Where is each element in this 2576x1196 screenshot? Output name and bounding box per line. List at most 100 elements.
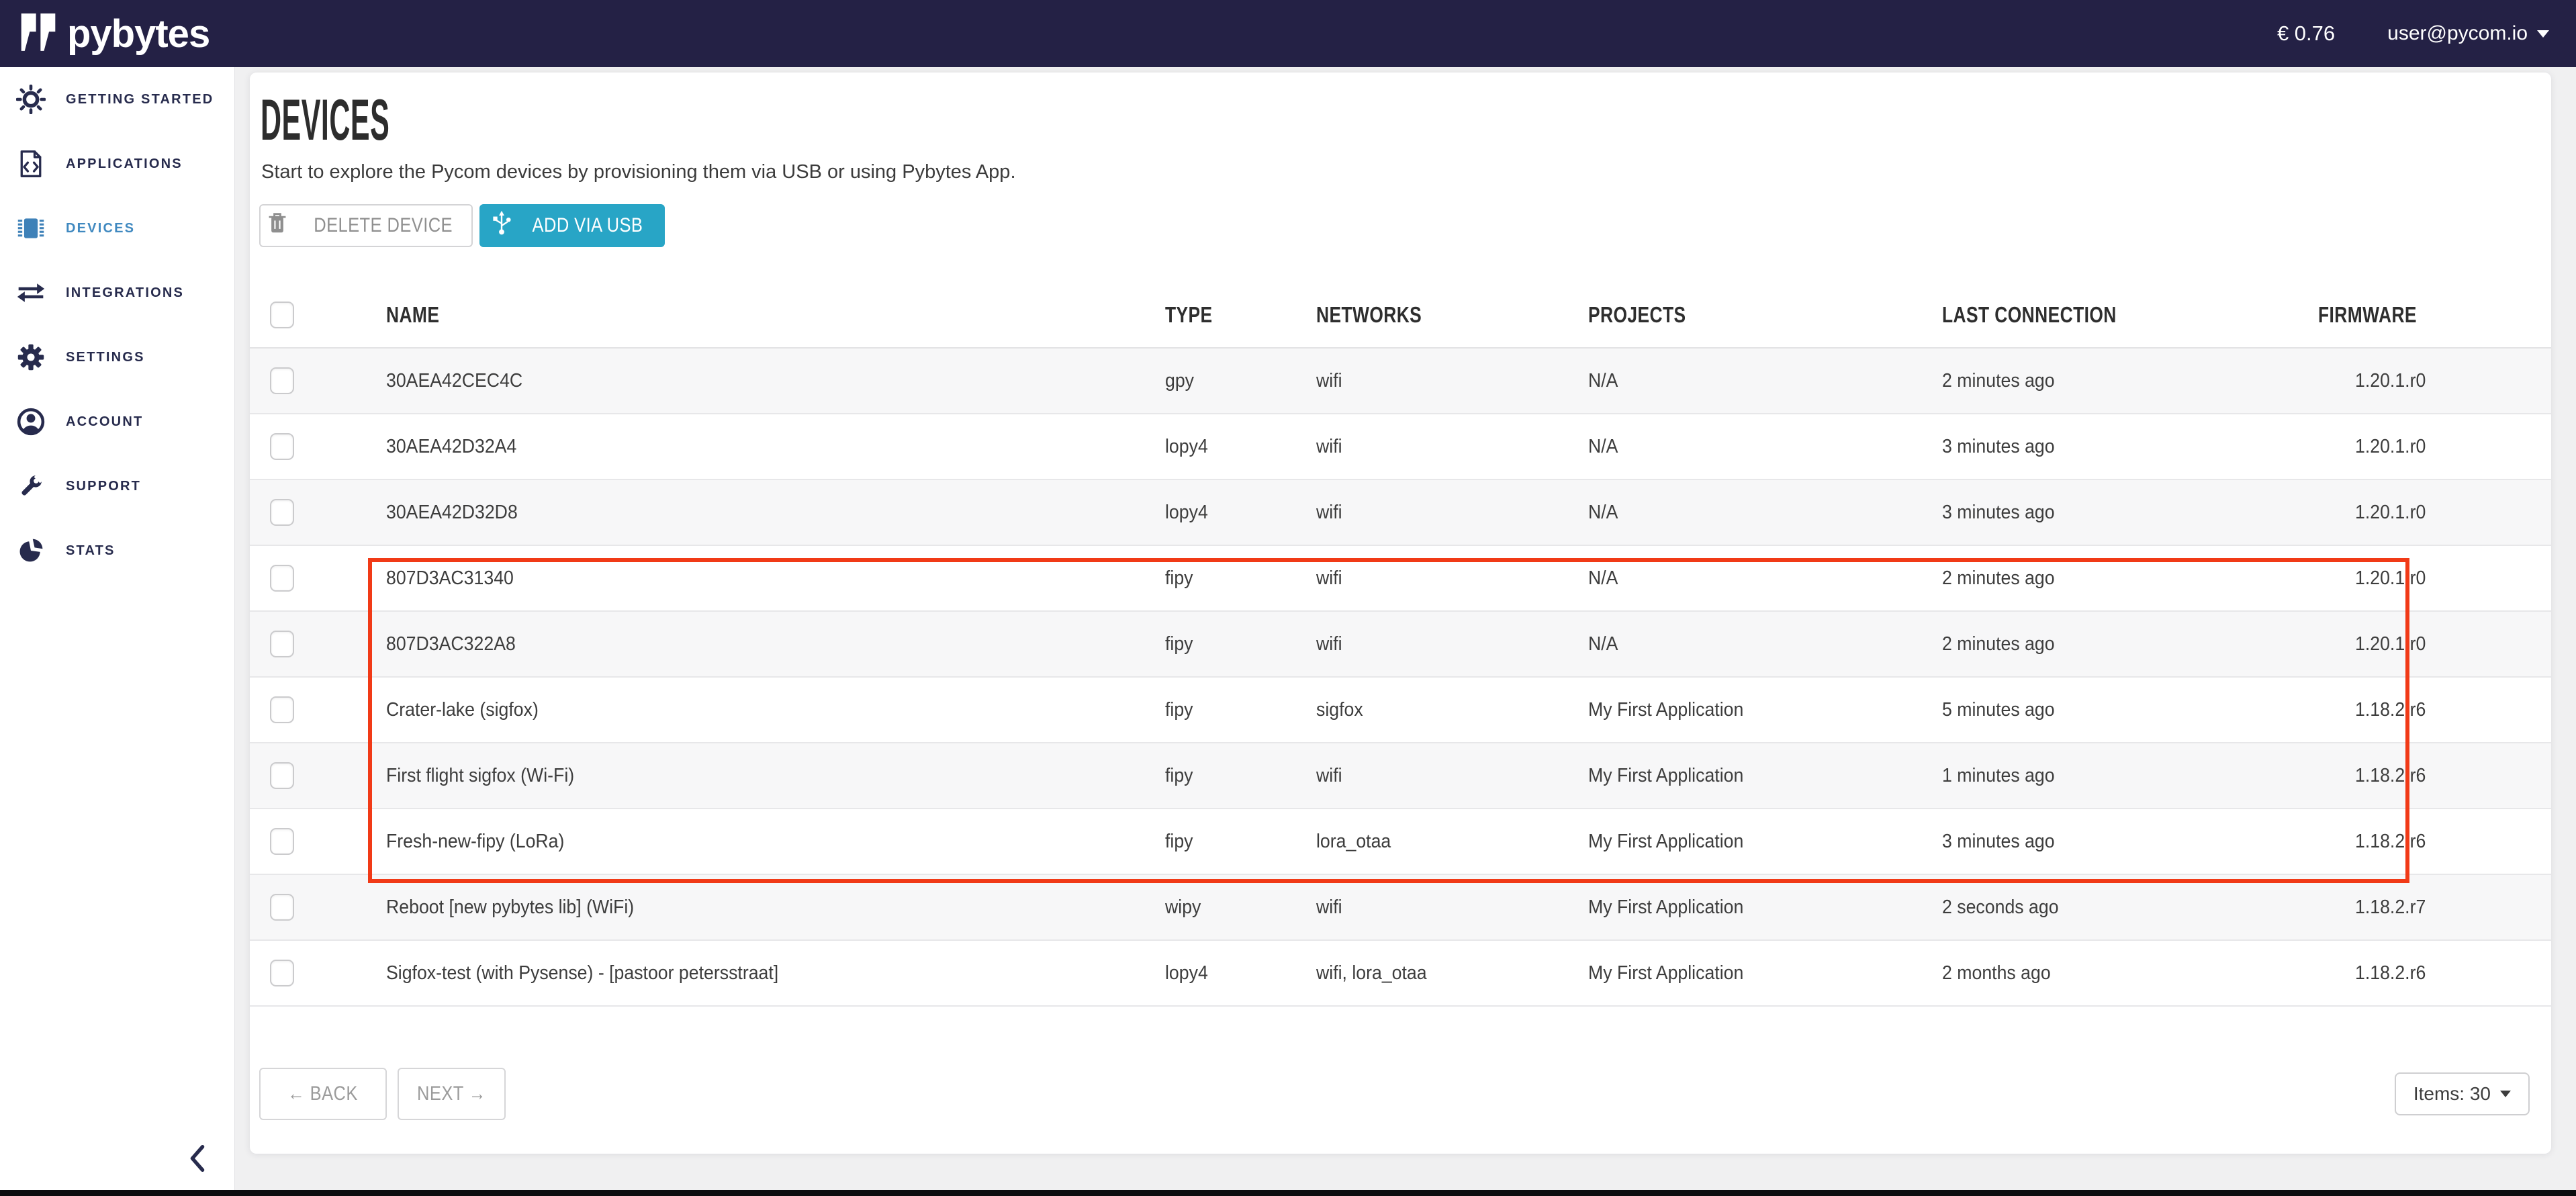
row-checkbox[interactable] — [270, 499, 294, 526]
chip-icon — [15, 212, 47, 244]
sidebar-items: GETTING STARTEDAPPLICATIONSDEVICESINTEGR… — [0, 67, 234, 583]
cell-projects: My First Application — [1588, 896, 1942, 919]
arrows-swap-icon — [15, 277, 47, 309]
delete-device-label: DELETE DEVICE — [314, 214, 453, 237]
table-row[interactable]: 807D3AC322A8fipywifiN/A2 minutes ago1.20… — [250, 612, 2551, 678]
code-file-icon — [15, 148, 47, 180]
row-checkbox[interactable] — [270, 433, 294, 460]
select-all-checkbox[interactable] — [270, 302, 294, 328]
cell-type: fipy — [1165, 831, 1316, 853]
next-button[interactable]: NEXT → — [398, 1068, 506, 1120]
row-checkbox[interactable] — [270, 565, 294, 592]
devices-table: NAMETYPENETWORKSPROJECTSLAST CONNECTIONF… — [250, 283, 2551, 1007]
cell-firmware: 1.20.1.r0 — [2318, 436, 2551, 458]
user-icon — [15, 406, 47, 438]
cell-type: fipy — [1165, 567, 1316, 590]
items-per-page-button[interactable]: Items: 30 — [2395, 1072, 2530, 1115]
brand-wordmark: pybytes — [67, 11, 210, 56]
row-checkbox-cell — [250, 696, 357, 723]
pybytes-logo-icon — [20, 12, 56, 56]
cell-name: Reboot [new pybytes lib] (WiFi) — [357, 896, 1165, 919]
cell-firmware: 1.20.1.r0 — [2318, 370, 2551, 392]
cell-name: 807D3AC31340 — [357, 567, 1165, 590]
cell-name: 30AEA42D32D8 — [357, 502, 1165, 524]
cell-networks: wifi — [1316, 633, 1588, 655]
sidebar: GETTING STARTEDAPPLICATIONSDEVICESINTEGR… — [0, 67, 235, 1190]
table-row[interactable]: 30AEA42D32D8lopy4wifiN/A3 minutes ago1.2… — [250, 480, 2551, 546]
cell-type: lopy4 — [1165, 502, 1316, 524]
sidebar-item-devices[interactable]: DEVICES — [0, 196, 234, 261]
sidebar-item-applications[interactable]: APPLICATIONS — [0, 132, 234, 196]
pie-chart-icon — [15, 535, 47, 567]
row-checkbox-cell — [250, 565, 357, 592]
sidebar-item-integrations[interactable]: INTEGRATIONS — [0, 261, 234, 325]
user-email: user@pycom.io — [2387, 22, 2528, 45]
table-row[interactable]: Reboot [new pybytes lib] (WiFi)wipywifiM… — [250, 875, 2551, 941]
balance-text: € 0.76 — [2277, 21, 2335, 46]
table-row[interactable]: Fresh-new-fipy (LoRa)fipylora_otaaMy Fir… — [250, 809, 2551, 875]
usb-icon — [492, 210, 512, 241]
cell-networks: wifi — [1316, 765, 1588, 787]
table-row[interactable]: Crater-lake (sigfox)fipysigfoxMy First A… — [250, 678, 2551, 743]
bottom-edge-strip — [0, 1190, 2576, 1196]
sidebar-item-label: ACCOUNT — [66, 414, 143, 430]
back-button[interactable]: ← BACK — [259, 1068, 387, 1120]
pagination: ← BACK NEXT → Items: 30 — [259, 1068, 2530, 1120]
user-menu[interactable]: user@pycom.io — [2387, 22, 2549, 45]
cell-networks: wifi — [1316, 896, 1588, 919]
page-title: DEVICES — [261, 98, 2551, 142]
cell-last-connection: 1 minutes ago — [1942, 765, 2318, 787]
cell-last-connection: 2 minutes ago — [1942, 567, 2318, 590]
sidebar-item-stats[interactable]: STATS — [0, 518, 234, 583]
cell-type: lopy4 — [1165, 436, 1316, 458]
cell-firmware: 1.18.2.r6 — [2318, 831, 2551, 853]
row-checkbox[interactable] — [270, 367, 294, 394]
row-checkbox-cell — [250, 499, 357, 526]
cell-networks: wifi — [1316, 502, 1588, 524]
row-checkbox-cell — [250, 367, 357, 394]
cell-type: fipy — [1165, 765, 1316, 787]
sidebar-item-settings[interactable]: SETTINGS — [0, 325, 234, 389]
collapse-sidebar-button[interactable] — [181, 1140, 214, 1178]
sidebar-item-getting-started[interactable]: GETTING STARTED — [0, 67, 234, 132]
row-checkbox[interactable] — [270, 828, 294, 855]
page-subtitle: Start to explore the Pycom devices by pr… — [261, 160, 2551, 184]
row-checkbox[interactable] — [270, 631, 294, 657]
sidebar-item-account[interactable]: ACCOUNT — [0, 389, 234, 454]
delete-device-button[interactable]: DELETE DEVICE — [259, 204, 473, 247]
add-via-usb-button[interactable]: ADD VIA USB — [479, 204, 665, 247]
row-checkbox[interactable] — [270, 762, 294, 789]
cell-last-connection: 2 minutes ago — [1942, 370, 2318, 392]
cell-type: gpy — [1165, 370, 1316, 392]
wrench-icon — [15, 470, 47, 502]
row-checkbox-cell — [250, 762, 357, 789]
sidebar-item-label: SUPPORT — [66, 479, 141, 494]
table-row[interactable]: First flight sigfox (Wi-Fi)fipywifiMy Fi… — [250, 743, 2551, 809]
table-row[interactable]: 807D3AC31340fipywifiN/A2 minutes ago1.20… — [250, 546, 2551, 612]
row-checkbox-cell — [250, 960, 357, 986]
row-checkbox[interactable] — [270, 894, 294, 921]
sidebar-item-support[interactable]: SUPPORT — [0, 454, 234, 518]
cell-name: 30AEA42CEC4C — [357, 370, 1165, 392]
cell-type: lopy4 — [1165, 962, 1316, 984]
column-header-networks: NETWORKS — [1316, 302, 1588, 328]
table-header-row: NAMETYPENETWORKSPROJECTSLAST CONNECTIONF… — [250, 283, 2551, 349]
column-header-type: TYPE — [1165, 302, 1316, 328]
column-header-firmware: FIRMWARE — [2318, 302, 2551, 328]
table-row[interactable]: Sigfox-test (with Pysense) - [pastoor pe… — [250, 941, 2551, 1007]
row-checkbox[interactable] — [270, 696, 294, 723]
caret-down-icon — [2537, 30, 2549, 38]
table-body: 30AEA42CEC4CgpywifiN/A2 minutes ago1.20.… — [250, 349, 2551, 1007]
cell-last-connection: 3 minutes ago — [1942, 502, 2318, 524]
cell-firmware: 1.20.1.r0 — [2318, 567, 2551, 590]
cell-networks: lora_otaa — [1316, 831, 1588, 853]
row-checkbox[interactable] — [270, 960, 294, 986]
row-checkbox-cell — [250, 631, 357, 657]
pybytes-logo[interactable]: pybytes — [20, 11, 210, 56]
cell-networks: wifi — [1316, 370, 1588, 392]
sun-icon — [15, 83, 47, 116]
table-row[interactable]: 30AEA42D32A4lopy4wifiN/A3 minutes ago1.2… — [250, 414, 2551, 480]
cell-name: Sigfox-test (with Pysense) - [pastoor pe… — [357, 962, 1165, 984]
table-row[interactable]: 30AEA42CEC4CgpywifiN/A2 minutes ago1.20.… — [250, 349, 2551, 414]
cell-name: First flight sigfox (Wi-Fi) — [357, 765, 1165, 787]
